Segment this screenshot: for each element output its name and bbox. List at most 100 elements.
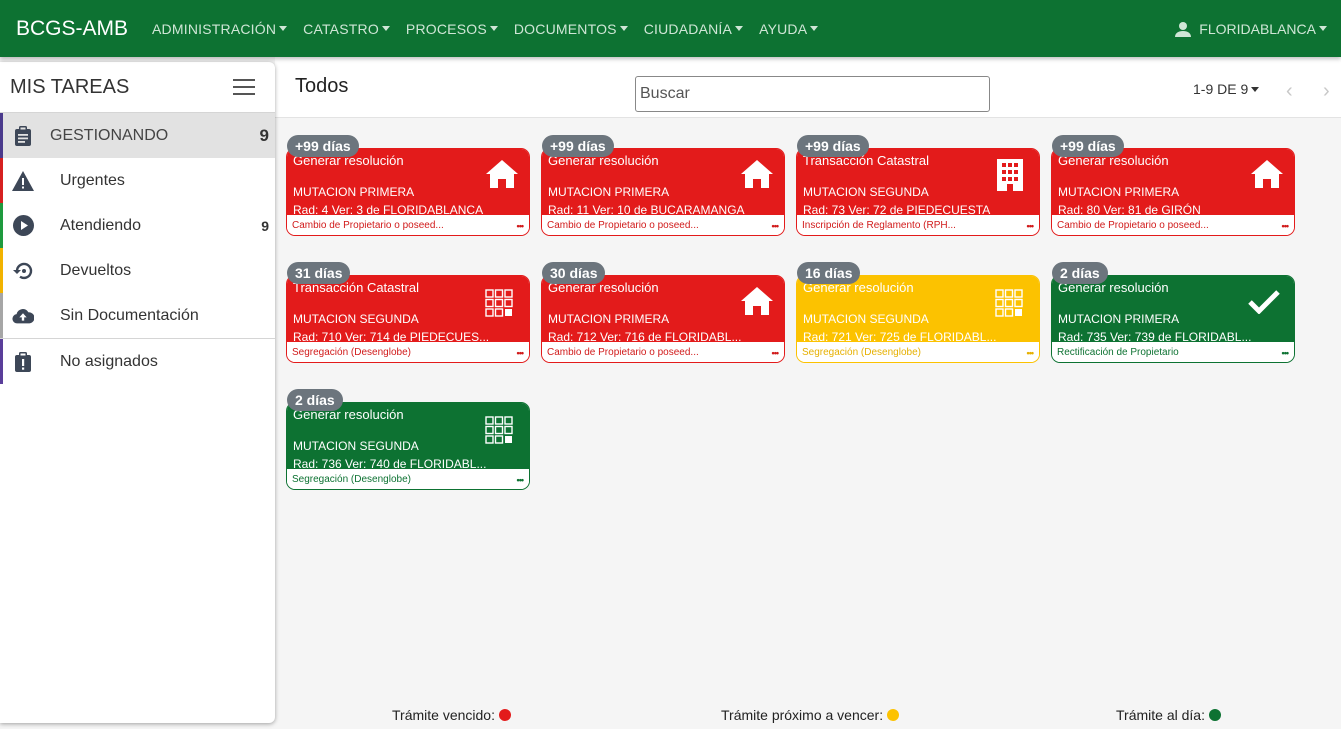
sidebar-item-label: Devueltos [60,261,132,279]
cloud-upload-icon [12,305,34,327]
nav-menu-catastro[interactable]: CATASTRO [303,21,390,37]
sidebar-item-color-bar [0,158,3,203]
more-options-icon[interactable]: ••• [1282,222,1290,231]
task-mutation-type: MUTACION SEGUNDA [803,312,929,326]
task-card-body: Transacción Catastral MUTACION SEGUNDA R… [286,275,530,363]
task-card[interactable]: 31 días Transacción Catastral MUTACION S… [286,262,530,363]
legend-label: Trámite al día: [1116,707,1205,723]
task-mutation-type: MUTACION PRIMERA [548,312,670,326]
task-mutation-type: MUTACION PRIMERA [293,185,415,199]
user-menu[interactable]: FLORIDABLANCA [1175,0,1327,57]
building-icon [997,159,1023,196]
task-procedure: Cambio de Propietario o poseed... [547,347,699,358]
more-options-icon[interactable]: ••• [517,222,525,231]
pagination-dropdown[interactable]: 1-9 DE 9 [1193,81,1260,97]
sidebar-item-color-bar [0,293,3,338]
task-card-footer: Segregación (Desenglobe) ••• [287,342,529,362]
task-card-footer: Cambio de Propietario o poseed... ••• [1052,215,1294,235]
task-card-footer: Inscripción de Reglamento (RPH... ••• [797,215,1039,235]
menu-icon[interactable] [233,79,255,95]
caret-down-icon [489,26,498,31]
task-procedure: Segregación (Desenglobe) [292,347,411,358]
days-badge: 30 días [542,262,606,284]
caret-down-icon [810,26,819,31]
sidebar-item-label: No asignados [60,352,158,370]
pagination-label: 1-9 DE 9 [1193,81,1249,97]
task-procedure: Cambio de Propietario o poseed... [292,220,444,231]
sidebar-item-devueltos[interactable]: Devueltos [0,248,275,293]
nav-menu-ciudadania[interactable]: CIUDADANÍA [644,21,744,37]
task-card-header: Generar resolución MUTACION SEGUNDA Rad:… [287,403,529,471]
sidebar-item-urgentes[interactable]: Urgentes [0,158,275,203]
task-card-header: Transacción Catastral MUTACION SEGUNDA R… [287,276,529,344]
task-card-footer: Segregación (Desenglobe) ••• [287,469,529,489]
more-options-icon[interactable]: ••• [772,222,780,231]
task-card[interactable]: 30 días Generar resolución MUTACION PRIM… [541,262,785,363]
clipboard-alert-icon [12,351,34,373]
top-navbar: BCGS-AMB ADMINISTRACIÓN CATASTRO PROCESO… [0,0,1341,57]
user-icon [1175,21,1192,37]
days-badge: +99 días [542,135,614,157]
sidebar-item-color-bar [0,248,3,293]
task-card[interactable]: +99 días Generar resolución MUTACION PRI… [286,135,530,236]
task-card-header: Transacción Catastral MUTACION SEGUNDA R… [797,149,1039,217]
more-options-icon[interactable]: ••• [1282,349,1290,358]
sidebar-item-label: Urgentes [60,171,125,189]
caret-down-icon [381,26,390,31]
grid-split-icon [485,289,513,322]
sidebar-item-color-bar [0,113,3,158]
task-card-body: Generar resolución MUTACION PRIMERA Rad:… [541,275,785,363]
nav-menu-documentos[interactable]: DOCUMENTOS [514,21,628,37]
task-mutation-type: MUTACION SEGUNDA [803,185,929,199]
sidebar-item-no-asignados[interactable]: No asignados [0,339,275,384]
sidebar-item-atendiendo[interactable]: Atendiendo 9 [0,203,275,248]
nav-menu-procesos[interactable]: PROCESOS [406,21,498,37]
sidebar-item-sin-documentacion[interactable]: Sin Documentación [0,293,275,338]
sidebar-item-label: GESTIONANDO [50,126,169,144]
caret-down-icon [619,26,628,31]
user-name: FLORIDABLANCA [1199,20,1316,37]
task-card-header: Generar resolución MUTACION PRIMERA Rad:… [1052,149,1294,217]
task-card[interactable]: 2 días Generar resolución MUTACION SEGUN… [286,389,530,490]
search-input[interactable] [635,76,990,112]
task-card[interactable]: +99 días Generar resolución MUTACION PRI… [541,135,785,236]
days-badge: 31 días [287,262,351,284]
next-page-button[interactable]: › [1323,81,1330,101]
more-options-icon[interactable]: ••• [1027,222,1035,231]
more-options-icon[interactable]: ••• [517,349,525,358]
task-card-body: Transacción Catastral MUTACION SEGUNDA R… [796,148,1040,236]
play-circle-icon [12,215,34,237]
task-card-header: Generar resolución MUTACION PRIMERA Rad:… [287,149,529,217]
home-icon [1250,159,1284,194]
nav-menu-administracion[interactable]: ADMINISTRACIÓN [152,21,288,37]
task-card[interactable]: 16 días Generar resolución MUTACION SEGU… [796,262,1040,363]
page-title: Todos [295,75,349,97]
task-card-header: Generar resolución MUTACION SEGUNDA Rad:… [797,276,1039,344]
days-badge: +99 días [797,135,869,157]
task-card[interactable]: +99 días Generar resolución MUTACION PRI… [1051,135,1295,236]
grid-split-icon [485,416,513,449]
task-card-body: Generar resolución MUTACION PRIMERA Rad:… [286,148,530,236]
more-options-icon[interactable]: ••• [517,476,525,485]
task-card-footer: Cambio de Propietario o poseed... ••• [287,215,529,235]
task-card-header: Generar resolución MUTACION PRIMERA Rad:… [1052,276,1294,344]
days-badge: 2 días [1052,262,1108,284]
sidebar-header: MIS TAREAS [0,62,275,113]
more-options-icon[interactable]: ••• [1027,349,1035,358]
caret-down-icon [735,26,744,31]
sidebar-item-gestionando[interactable]: GESTIONANDO 9 [0,113,275,158]
prev-page-button[interactable]: ‹ [1286,81,1293,101]
task-card[interactable]: 2 días Generar resolución MUTACION PRIME… [1051,262,1295,363]
task-card-body: Generar resolución MUTACION PRIMERA Rad:… [1051,148,1295,236]
task-card[interactable]: +99 días Transacción Catastral MUTACION … [796,135,1040,236]
task-card-body: Generar resolución MUTACION PRIMERA Rad:… [541,148,785,236]
task-procedure: Inscripción de Reglamento (RPH... [802,220,956,231]
clipboard-icon [12,125,34,147]
nav-menu-ayuda[interactable]: AYUDA [759,21,819,37]
app-brand[interactable]: BCGS-AMB [16,17,128,41]
task-card-footer: Cambio de Propietario o poseed... ••• [542,215,784,235]
sidebar-title: MIS TAREAS [10,75,130,98]
home-icon [740,159,774,194]
more-options-icon[interactable]: ••• [772,349,780,358]
caret-down-icon [1251,86,1260,92]
